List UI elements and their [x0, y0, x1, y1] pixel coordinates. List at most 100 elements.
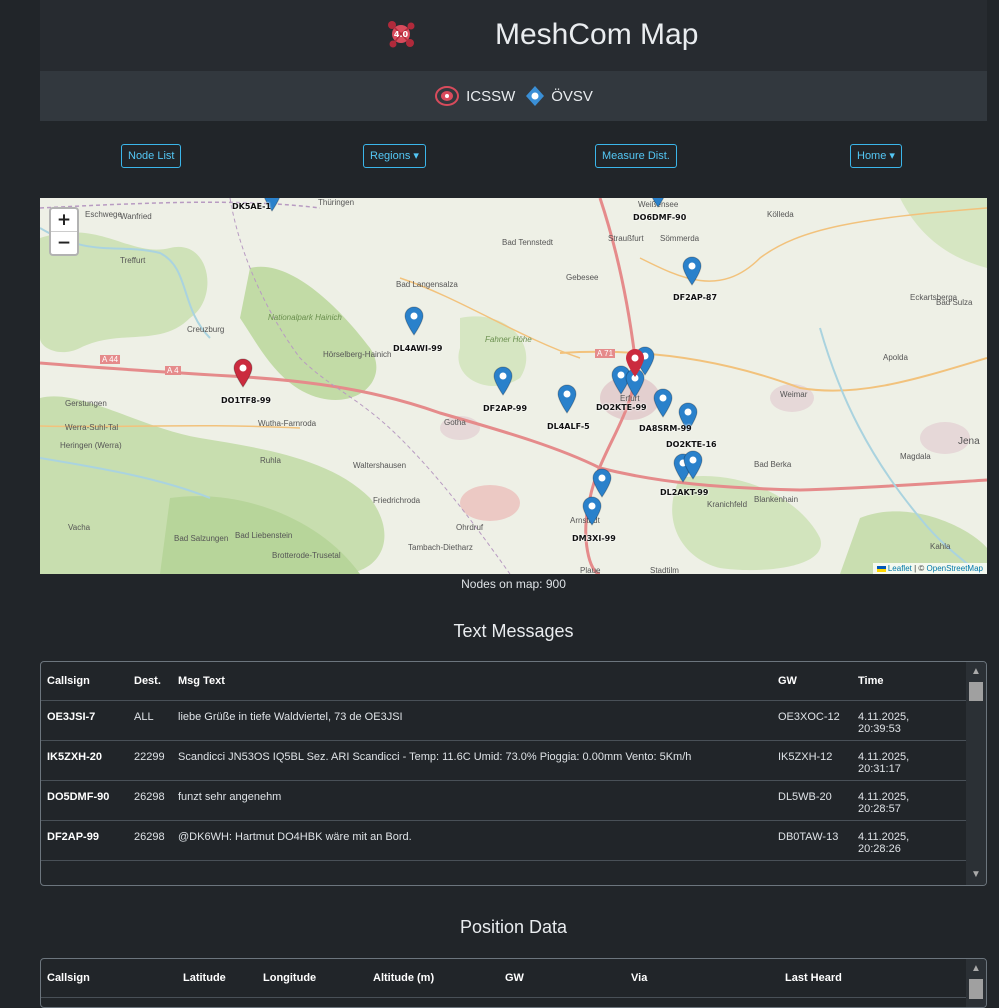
place-label: Kahla	[930, 542, 951, 551]
scroll-up-icon[interactable]: ▲	[966, 664, 986, 680]
marker-label: DO2KTE-99	[596, 403, 647, 412]
position-data-table[interactable]: Callsign Latitude Longitude Altitude (m)…	[40, 958, 987, 1008]
messages-scrollbar[interactable]: ▲ ▼	[966, 662, 986, 885]
place-label: Bad Langensalza	[396, 280, 458, 289]
leaflet-link[interactable]: Leaflet	[888, 564, 912, 573]
position-scrollbar[interactable]: ▲	[966, 959, 986, 1007]
place-label: Blankenhain	[754, 495, 799, 504]
map-marker-icon[interactable]	[648, 198, 668, 208]
message-clock: 20:28:57	[858, 803, 901, 815]
zoom-out-button[interactable]: −	[51, 231, 77, 254]
oevsv-link[interactable]: ÖVSV	[525, 85, 593, 107]
col-dest[interactable]: Dest.	[128, 662, 172, 701]
message-time: 4.11.2025, 20:39:53	[852, 700, 966, 741]
road-shield: A 4	[165, 366, 181, 375]
message-row[interactable]: DO5DMF-90 26298 funzt sehr angenehm DL5WB-2…	[41, 780, 966, 821]
col-callsign[interactable]: Callsign	[41, 662, 128, 701]
place-label: Thüringen	[318, 198, 355, 207]
home-dropdown-button[interactable]: Home ▾	[850, 144, 902, 168]
map-marker-icon[interactable]	[233, 358, 253, 388]
page-title: MeshCom Map	[495, 18, 699, 51]
place-label: Straußfurt	[608, 234, 644, 243]
message-date: 4.11.2025,	[858, 791, 910, 803]
caret-down-icon: ▾	[889, 150, 895, 162]
marker-label: DF2AP-99	[483, 404, 528, 413]
message-gw: OE3XOC-12	[772, 700, 852, 741]
meshcom-logo-icon: 4.0	[388, 21, 415, 48]
icssw-label: ICSSW	[466, 87, 516, 105]
message-text: Scandicci JN53OS IQ5BL Sez. ARI Scandicc…	[172, 740, 772, 781]
message-text: @DK6WH: Hartmut DO4HBK wäre mit an Bord.	[172, 820, 772, 861]
oevsv-logo-icon	[526, 86, 545, 106]
marker-label: DO2KTE-16	[666, 440, 717, 449]
place-label: Apolda	[883, 353, 908, 362]
map-marker-icon[interactable]	[683, 450, 703, 480]
oevsv-label: ÖVSV	[551, 87, 593, 105]
map-marker-icon[interactable]	[592, 468, 612, 498]
place-label: Eschwege	[85, 210, 122, 219]
leaflet-flag-icon	[876, 565, 886, 572]
place-label: Bad Liebenstein	[235, 531, 293, 540]
zoom-in-button[interactable]: +	[51, 209, 77, 231]
caret-down-icon: ▾	[413, 150, 419, 162]
place-label: Treffurt	[120, 256, 146, 265]
messages-body: OE3JSI-7 ALL liebe Grüße in tiefe Waldvier…	[41, 700, 966, 861]
col-msg-text[interactable]: Msg Text	[172, 662, 772, 701]
map-marker-icon[interactable]	[653, 388, 673, 418]
message-date: 4.11.2025,	[858, 751, 910, 763]
scroll-down-icon[interactable]: ▼	[966, 867, 986, 883]
col-time[interactable]: Time	[852, 662, 966, 701]
message-gw: DL5WB-20	[772, 780, 852, 821]
map-marker-icon[interactable]	[682, 256, 702, 286]
measure-distance-button[interactable]: Measure Dist.	[595, 144, 677, 168]
message-clock: 20:31:17	[858, 763, 901, 775]
message-callsign: IK5ZXH-20	[41, 740, 128, 781]
place-label: Friedrichroda	[373, 496, 421, 505]
message-dest: 26298	[128, 780, 172, 821]
message-date: 4.11.2025,	[858, 831, 910, 843]
logo-badge: 4.0	[394, 30, 409, 39]
place-label: Waltershausen	[353, 461, 407, 470]
message-callsign: DF2AP-99	[41, 820, 128, 861]
place-label: Hörselberg-Hainich	[323, 350, 392, 359]
osm-link[interactable]: OpenStreetMap	[927, 564, 983, 573]
place-label: Ohrdruf	[456, 523, 484, 532]
map-view[interactable]: Eschwege Wanfried Treffurt Creuzburg Bad…	[40, 198, 987, 574]
map-marker-icon[interactable]	[557, 384, 577, 414]
message-time: 4.11.2025, 20:31:17	[852, 740, 966, 781]
road-shield: A 71	[595, 349, 616, 358]
place-label: Gerstungen	[65, 399, 107, 408]
nav-row: Node List Regions ▾ Measure Dist. Home ▾	[40, 140, 987, 174]
message-row[interactable]: IK5ZXH-20 22299 Scandicci JN53OS IQ5BL Sez…	[41, 740, 966, 781]
node-count: Nodes on map: 900	[461, 577, 566, 591]
col-gw[interactable]: GW	[772, 662, 852, 701]
scroll-thumb[interactable]	[969, 682, 983, 701]
message-clock: 20:28:26	[858, 843, 901, 855]
place-label: Jena	[958, 436, 980, 447]
message-callsign: OE3JSI-7	[41, 700, 128, 741]
place-label: Bad Tennstedt	[502, 238, 554, 247]
message-clock: 20:39:53	[858, 723, 901, 735]
map-marker-icon[interactable]	[493, 366, 513, 396]
scroll-thumb[interactable]	[969, 979, 983, 999]
place-label: Bad Salzungen	[174, 534, 229, 543]
place-label: Heringen (Werra)	[60, 441, 122, 450]
message-row[interactable]: OE3JSI-7 ALL liebe Grüße in tiefe Waldvier…	[41, 700, 966, 741]
app-header: 4.0 MeshCom Map	[40, 0, 987, 71]
map-marker-icon[interactable]	[625, 348, 645, 378]
map-marker-icon[interactable]	[404, 306, 424, 336]
message-gw: DB0TAW-13	[772, 820, 852, 861]
place-label: Magdala	[900, 452, 931, 461]
node-list-button[interactable]: Node List	[121, 144, 182, 168]
regions-dropdown-button[interactable]: Regions ▾	[363, 144, 426, 168]
text-messages-table[interactable]: Callsign Dest. Msg Text GW Time OE3JSI-7…	[40, 661, 987, 886]
road-shield: A 44	[100, 355, 121, 364]
marker-label: DK5AE-1	[232, 202, 271, 211]
place-label: Brotterode-Trusetal	[272, 551, 341, 560]
icssw-link[interactable]: ICSSW	[434, 85, 515, 107]
message-row[interactable]: DF2AP-99 26298 @DK6WH: Hartmut DO4HBK wäre…	[41, 820, 966, 861]
place-label: Wanfried	[120, 212, 152, 221]
scroll-up-icon[interactable]: ▲	[966, 961, 986, 977]
place-label: Creuzburg	[187, 325, 225, 334]
map-marker-icon[interactable]	[582, 496, 602, 526]
